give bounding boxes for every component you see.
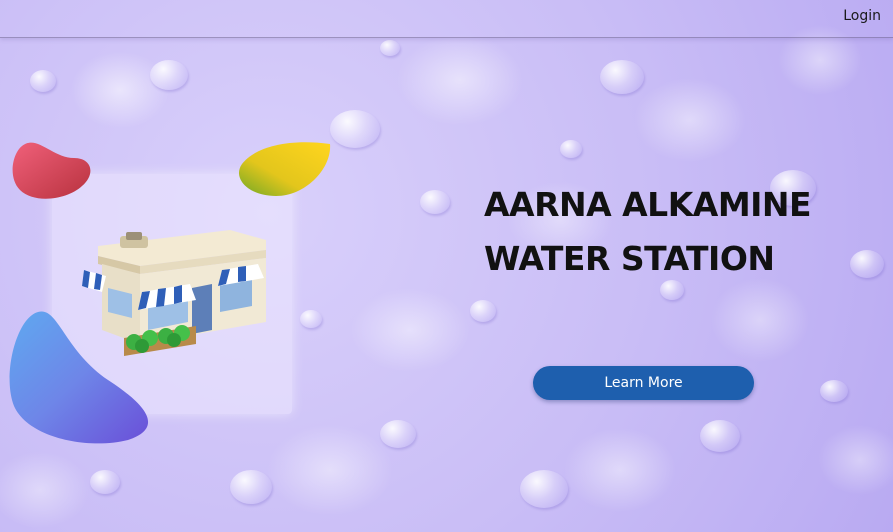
hero-title-line-2: WATER STATION [484,239,775,278]
red-blob-decoration [12,142,91,199]
hero-title: AARNA ALKAMINE WATER STATION [484,178,864,286]
hero-title-line-1: AARNA ALKAMINE [484,185,812,224]
learn-more-button[interactable]: Learn More [533,366,754,400]
shop-storefront-illustration [82,230,266,356]
top-navbar: Login [0,0,893,38]
yellow-blob-decoration [239,142,331,196]
login-link[interactable]: Login [843,8,881,24]
